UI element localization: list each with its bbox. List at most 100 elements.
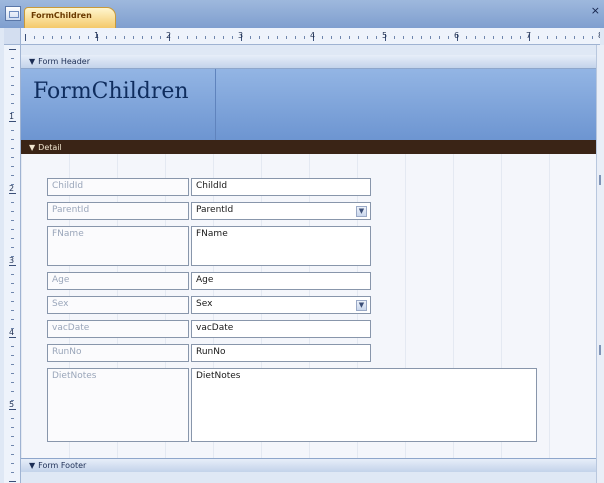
ruler-tick: [11, 427, 14, 428]
form-header-label: Form Header: [38, 57, 90, 66]
grid-line: [215, 69, 216, 140]
tab-formchildren[interactable]: FormChildren: [24, 7, 116, 28]
ruler-tick: [9, 481, 16, 482]
ruler-tick: [340, 36, 341, 39]
ruler-tick: [9, 49, 16, 50]
ruler-tick: [304, 36, 305, 39]
ruler-tick: [448, 36, 449, 39]
ruler-tick: [286, 36, 287, 39]
ruler-tick: [232, 36, 233, 39]
combo-sex[interactable]: Sex ▼: [191, 296, 371, 314]
document-tab-strip: FormChildren ×: [0, 0, 604, 28]
ruler-tick: [11, 463, 14, 464]
textbox-childid[interactable]: ChildId: [191, 178, 371, 196]
form-footer-label: Form Footer: [38, 461, 87, 470]
ruler-tick: [11, 346, 14, 347]
combo-parentid[interactable]: ParentId ▼: [191, 202, 371, 220]
form-selector[interactable]: [4, 28, 21, 45]
textbox-runno[interactable]: RunNo: [191, 344, 371, 362]
ruler-tick: [403, 36, 404, 39]
textbox-age[interactable]: Age: [191, 272, 371, 290]
vertical-ruler[interactable]: 1 2 3 4 5: [4, 45, 21, 483]
ruler-tick: [223, 36, 224, 39]
ruler-tick: [205, 36, 206, 39]
dropdown-arrow-icon[interactable]: ▼: [356, 300, 367, 311]
ruler-tick: [9, 193, 16, 194]
section-arrow-icon: ▼: [29, 461, 36, 470]
ruler-tick: [11, 247, 14, 248]
ruler-tick: [61, 36, 62, 39]
form-document-icon[interactable]: [5, 6, 21, 21]
ruler-tick: [151, 36, 152, 39]
form-title[interactable]: FormChildren: [33, 79, 189, 104]
ruler-tick: [79, 36, 80, 39]
ruler-tick: [11, 418, 14, 419]
form-header-bar[interactable]: ▼ Form Header: [21, 55, 596, 69]
ruler-number: 5: [9, 400, 15, 409]
ruler-tick: [538, 36, 539, 39]
ruler-number: 5: [382, 31, 388, 40]
ruler-tick: [11, 130, 14, 131]
ruler-number: 8: [598, 32, 600, 40]
ruler-tick: [70, 36, 71, 39]
ruler-tick: [547, 36, 548, 39]
ruler-tick: [9, 265, 16, 266]
ruler-tick: [142, 36, 143, 39]
horizontal-ruler[interactable]: 1 2 3 4 5 6 7 8: [21, 28, 600, 45]
ruler-tick: [250, 36, 251, 39]
textbox-fname[interactable]: FName: [191, 226, 371, 266]
label-age[interactable]: Age: [47, 272, 189, 290]
ruler-number: 7: [526, 31, 532, 40]
ruler-tick: [11, 94, 14, 95]
ruler-tick: [9, 337, 16, 338]
section-arrow-icon: ▼: [29, 142, 36, 152]
dropdown-arrow-icon[interactable]: ▼: [356, 206, 367, 217]
label-vacdate[interactable]: vacDate: [47, 320, 189, 338]
textbox-vacdate[interactable]: vacDate: [191, 320, 371, 338]
ruler-number: 1: [94, 31, 100, 40]
detail-bar[interactable]: ▼ Detail: [21, 140, 596, 154]
textbox-dietnotes[interactable]: DietNotes: [191, 368, 537, 442]
ruler-tick: [11, 274, 14, 275]
ruler-tick: [322, 36, 323, 39]
form-header-section[interactable]: FormChildren: [21, 69, 596, 140]
ruler-tick: [187, 36, 188, 39]
ruler-tick: [511, 36, 512, 39]
form-width-handle[interactable]: [596, 45, 604, 483]
section-arrow-icon: ▼: [29, 57, 36, 66]
detail-label: Detail: [38, 142, 62, 152]
ruler-tick: [11, 229, 14, 230]
ruler-tick: [11, 166, 14, 167]
ruler-tick: [556, 36, 557, 39]
ruler-tick: [277, 36, 278, 39]
ruler-tick: [493, 36, 494, 39]
ruler-tick: [11, 454, 14, 455]
ruler-tick: [11, 58, 14, 59]
ruler-number: 2: [9, 184, 15, 193]
ruler-number: 3: [9, 256, 15, 265]
ruler-tick: [367, 36, 368, 39]
ruler-tick: [574, 36, 575, 39]
ruler-tick: [124, 36, 125, 39]
ruler-tick: [295, 36, 296, 39]
label-childid[interactable]: ChildId: [47, 178, 189, 196]
ruler-tick: [106, 36, 107, 39]
label-fname[interactable]: FName: [47, 226, 189, 266]
detail-section[interactable]: ChildId ChildId ParentId ParentId ▼ FNam…: [21, 154, 596, 458]
ruler-number: 4: [9, 328, 15, 337]
label-dietnotes[interactable]: DietNotes: [47, 368, 189, 442]
ruler-tick: [11, 157, 14, 158]
ruler-tick: [52, 36, 53, 39]
ruler-tick: [178, 36, 179, 39]
edge-mark: [599, 345, 601, 355]
label-sex[interactable]: Sex: [47, 296, 189, 314]
ruler-tick: [331, 36, 332, 39]
ruler-tick: [196, 36, 197, 39]
ruler-tick: [421, 36, 422, 39]
ruler-tick: [358, 36, 359, 39]
label-runno[interactable]: RunNo: [47, 344, 189, 362]
form-footer-bar[interactable]: ▼ Form Footer: [21, 458, 596, 472]
combo-sex-value: Sex: [196, 299, 213, 309]
close-icon[interactable]: ×: [591, 5, 600, 16]
label-parentid[interactable]: ParentId: [47, 202, 189, 220]
